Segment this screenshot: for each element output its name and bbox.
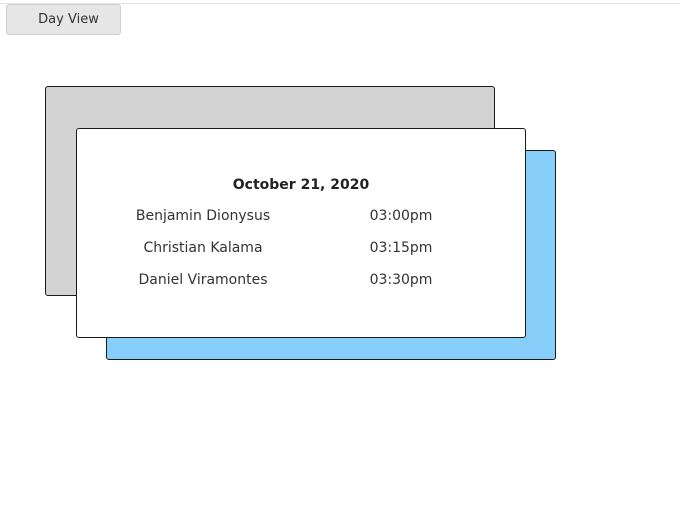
appointment-row: Christian Kalama 03:15pm [77, 240, 525, 260]
schedule-date: October 21, 2020 [232, 177, 370, 193]
appointment-time: 03:00pm [369, 208, 433, 224]
appointment-row: Daniel Viramontes 03:30pm [77, 272, 525, 292]
day-schedule-card[interactable]: October 21, 2020 Benjamin Dionysus 03:00… [76, 128, 526, 338]
appointment-name: Daniel Viramontes [138, 272, 268, 288]
appointment-row: Benjamin Dionysus 03:00pm [77, 208, 525, 228]
appointment-name: Benjamin Dionysus [135, 208, 271, 224]
appointment-time: 03:30pm [369, 272, 433, 288]
appointment-name: Christian Kalama [143, 240, 263, 256]
day-view-button[interactable]: Day View [6, 4, 121, 35]
appointment-time: 03:15pm [369, 240, 433, 256]
